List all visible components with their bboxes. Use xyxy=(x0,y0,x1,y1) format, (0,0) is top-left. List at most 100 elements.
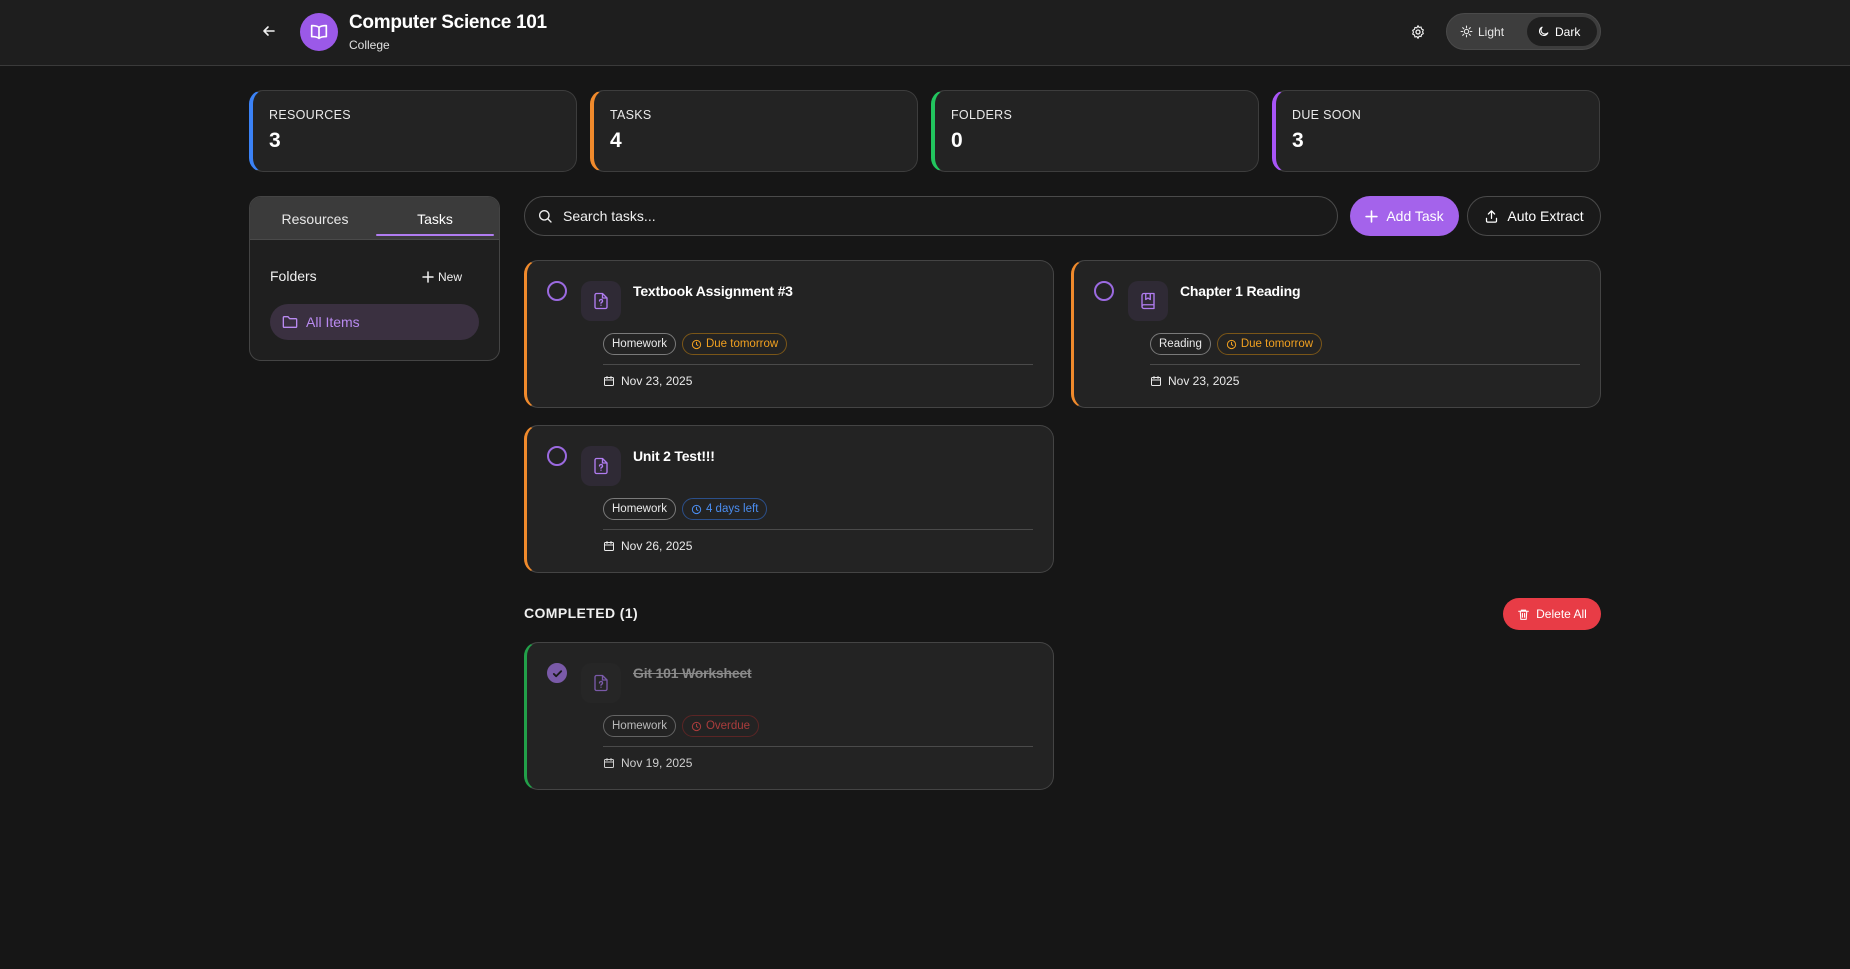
date-text: Nov 23, 2025 xyxy=(1168,374,1240,388)
file-question-icon xyxy=(581,446,621,486)
task-date: Nov 23, 2025 xyxy=(1150,374,1239,388)
tab-resources[interactable]: Resources xyxy=(256,197,374,240)
stat-value: 4 xyxy=(610,129,622,152)
gear-icon[interactable] xyxy=(1404,18,1432,46)
search-input[interactable] xyxy=(563,208,1263,224)
open-book-icon xyxy=(300,13,338,51)
stat-card-folders: FOLDERS 0 xyxy=(931,90,1259,172)
divider xyxy=(603,364,1033,365)
task-card[interactable]: Chapter 1 Reading Reading Due tomorrow N… xyxy=(1071,260,1601,408)
task-checkbox[interactable] xyxy=(547,446,567,466)
task-date: Nov 19, 2025 xyxy=(603,756,692,770)
stat-label: DUE SOON xyxy=(1292,108,1362,122)
folder-icon xyxy=(282,315,298,329)
stat-label: FOLDERS xyxy=(951,108,1013,122)
theme-dark-option[interactable]: Dark xyxy=(1527,17,1597,46)
task-title: Unit 2 Test!!! xyxy=(633,448,715,464)
delete-all-button[interactable]: Delete All xyxy=(1503,598,1601,630)
plus-icon xyxy=(422,271,434,283)
task-card[interactable]: Textbook Assignment #3 Homework Due tomo… xyxy=(524,260,1054,408)
category-badge: Reading xyxy=(1150,333,1211,355)
sidebar-tabs: Resources Tasks xyxy=(250,197,499,240)
stat-label: RESOURCES xyxy=(269,108,351,122)
task-title: Textbook Assignment #3 xyxy=(633,283,793,299)
file-question-icon xyxy=(581,281,621,321)
clock-icon xyxy=(691,721,702,732)
sidebar-panel: Resources Tasks Folders New All Items xyxy=(249,196,500,361)
auto-extract-label: Auto Extract xyxy=(1507,208,1584,224)
due-label: Overdue xyxy=(705,720,751,732)
task-tags: Homework Overdue xyxy=(603,715,760,737)
file-question-icon xyxy=(581,663,621,703)
add-task-button[interactable]: Add Task xyxy=(1350,196,1459,236)
top-bar: Computer Science 101 College Light Dark xyxy=(0,0,1850,66)
task-checkbox[interactable] xyxy=(1094,281,1114,301)
category-badge: Homework xyxy=(603,715,676,737)
new-folder-button[interactable]: New xyxy=(422,267,462,287)
theme-toggle: Light Dark xyxy=(1446,13,1601,50)
task-tags: Homework Due tomorrow xyxy=(603,333,788,355)
search-icon xyxy=(537,208,553,224)
calendar-icon xyxy=(603,375,615,387)
stat-value: 3 xyxy=(1292,129,1304,152)
date-text: Nov 23, 2025 xyxy=(621,374,693,388)
category-badge: Homework xyxy=(603,333,676,355)
back-arrow-icon[interactable] xyxy=(256,18,282,44)
page-subtitle: College xyxy=(349,38,390,52)
add-task-label: Add Task xyxy=(1386,208,1444,224)
folder-all-items[interactable]: All Items xyxy=(270,304,479,340)
task-tags: Homework 4 days left xyxy=(603,498,768,520)
divider xyxy=(603,746,1033,747)
task-title: Git 101 Worksheet xyxy=(633,665,752,681)
search-bar xyxy=(524,196,1338,236)
theme-light-label: Light xyxy=(1478,24,1505,39)
calendar-icon xyxy=(1150,375,1162,387)
due-badge: Due tomorrow xyxy=(681,333,788,355)
trash-icon xyxy=(1517,608,1530,621)
task-date: Nov 23, 2025 xyxy=(603,374,692,388)
stat-value: 3 xyxy=(269,129,281,152)
stat-card-resources: RESOURCES 3 xyxy=(249,90,577,172)
divider xyxy=(1150,364,1580,365)
checkmark-icon xyxy=(552,668,563,679)
due-label: 4 days left xyxy=(705,503,759,515)
task-checkbox-checked[interactable] xyxy=(547,663,567,683)
due-label: Due tomorrow xyxy=(1240,338,1314,350)
category-badge: Homework xyxy=(603,498,676,520)
theme-dark-label: Dark xyxy=(1555,24,1581,39)
date-text: Nov 26, 2025 xyxy=(621,539,693,553)
calendar-icon xyxy=(603,757,615,769)
task-title: Chapter 1 Reading xyxy=(1180,283,1301,299)
divider xyxy=(603,529,1033,530)
upload-icon xyxy=(1484,209,1499,224)
folders-heading: Folders xyxy=(270,268,317,284)
task-tags: Reading Due tomorrow xyxy=(1150,333,1323,355)
calendar-icon xyxy=(603,540,615,552)
due-badge: Overdue xyxy=(681,715,760,737)
task-card[interactable]: Unit 2 Test!!! Homework 4 days left Nov … xyxy=(524,425,1054,573)
stat-card-tasks: TASKS 4 xyxy=(590,90,918,172)
date-text: Nov 19, 2025 xyxy=(621,756,693,770)
stat-label: TASKS xyxy=(610,108,652,122)
stat-card-due-soon: DUE SOON 3 xyxy=(1272,90,1600,172)
theme-light-option[interactable]: Light xyxy=(1450,17,1520,46)
tab-tasks[interactable]: Tasks xyxy=(376,197,494,240)
clock-icon xyxy=(691,504,702,515)
due-badge: Due tomorrow xyxy=(1216,333,1323,355)
new-folder-label: New xyxy=(438,270,463,284)
due-label: Due tomorrow xyxy=(705,338,779,350)
delete-all-label: Delete All xyxy=(1536,607,1587,621)
sun-icon xyxy=(1460,25,1473,38)
all-items-label: All Items xyxy=(306,314,360,330)
completed-task-card[interactable]: Git 101 Worksheet Homework Overdue Nov 1… xyxy=(524,642,1054,790)
clock-icon xyxy=(1226,339,1237,350)
task-checkbox[interactable] xyxy=(547,281,567,301)
page-title: Computer Science 101 xyxy=(349,12,547,33)
book-icon xyxy=(1128,281,1168,321)
due-badge: 4 days left xyxy=(681,498,768,520)
task-date: Nov 26, 2025 xyxy=(603,539,692,553)
completed-heading: COMPLETED (1) xyxy=(524,605,639,621)
stat-value: 0 xyxy=(951,129,963,152)
moon-icon xyxy=(1537,25,1550,38)
auto-extract-button[interactable]: Auto Extract xyxy=(1467,196,1601,236)
